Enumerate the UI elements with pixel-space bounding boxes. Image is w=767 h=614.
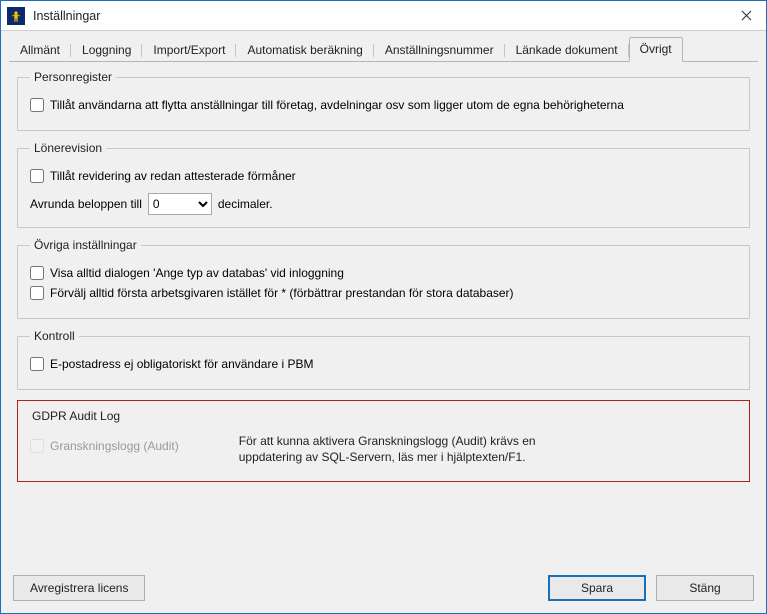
checkbox-preselect-first-employer-input[interactable]	[30, 286, 44, 300]
close-icon[interactable]	[726, 1, 766, 31]
titlebar: Inställningar	[1, 1, 766, 31]
group-kontroll: Kontroll E-postadress ej obligatoriskt f…	[17, 329, 750, 390]
tabpanel-ovrigt: Personregister Tillåt användarna att fly…	[9, 61, 758, 564]
checkbox-audit-log-input	[30, 439, 44, 453]
checkbox-allow-revise-attested-label: Tillåt revidering av redan attesterade f…	[50, 169, 296, 183]
group-personregister: Personregister Tillåt användarna att fly…	[17, 70, 750, 131]
checkbox-allow-move-employments-label: Tillåt användarna att flytta anställning…	[50, 98, 624, 112]
group-ovriga-legend: Övriga inställningar	[30, 238, 141, 252]
round-prefix-label: Avrunda beloppen till	[30, 197, 142, 211]
group-personregister-legend: Personregister	[30, 70, 116, 84]
checkbox-always-show-db-dialog-input[interactable]	[30, 266, 44, 280]
gdpr-note-text: För att kunna aktivera Granskningslogg (…	[239, 433, 579, 465]
checkbox-email-optional-label: E-postadress ej obligatoriskt för använd…	[50, 357, 313, 371]
group-ovriga-installningar: Övriga inställningar Visa alltid dialoge…	[17, 238, 750, 319]
checkbox-allow-revise-attested[interactable]: Tillåt revidering av redan attesterade f…	[30, 169, 737, 183]
group-gdpr-legend: GDPR Audit Log	[30, 409, 737, 423]
deregister-license-button[interactable]: Avregistrera licens	[13, 575, 145, 601]
tabbar: Allmänt Loggning Import/Export Automatis…	[1, 31, 766, 62]
row-round-decimals: Avrunda beloppen till 0 decimaler.	[30, 193, 737, 215]
checkbox-preselect-first-employer[interactable]: Förvälj alltid första arbetsgivaren istä…	[30, 286, 737, 300]
app-icon	[7, 7, 25, 25]
tab-allmant[interactable]: Allmänt	[9, 38, 71, 62]
settings-window: Inställningar Allmänt Loggning Import/Ex…	[0, 0, 767, 614]
checkbox-always-show-db-dialog[interactable]: Visa alltid dialogen 'Ange typ av databa…	[30, 266, 737, 280]
tab-automatisk-berakning[interactable]: Automatisk beräkning	[236, 38, 373, 62]
checkbox-email-optional-input[interactable]	[30, 357, 44, 371]
tab-ovrigt[interactable]: Övrigt	[629, 37, 683, 62]
checkbox-allow-revise-attested-input[interactable]	[30, 169, 44, 183]
checkbox-always-show-db-dialog-label: Visa alltid dialogen 'Ange typ av databa…	[50, 266, 344, 280]
group-lonerevision-legend: Lönerevision	[30, 141, 106, 155]
footer: Avregistrera licens Spara Stäng	[1, 565, 766, 613]
tab-lankade-dokument[interactable]: Länkade dokument	[505, 38, 629, 62]
checkbox-audit-log: Granskningslogg (Audit)	[30, 439, 179, 453]
save-button[interactable]: Spara	[548, 575, 646, 601]
window-title: Inställningar	[33, 9, 726, 23]
checkbox-allow-move-employments[interactable]: Tillåt användarna att flytta anställning…	[30, 98, 737, 112]
checkbox-audit-log-label: Granskningslogg (Audit)	[50, 439, 179, 453]
tab-loggning[interactable]: Loggning	[71, 38, 142, 62]
checkbox-allow-move-employments-input[interactable]	[30, 98, 44, 112]
tab-anstallningsnummer[interactable]: Anställningsnummer	[374, 38, 505, 62]
round-suffix-label: decimaler.	[218, 197, 273, 211]
group-kontroll-legend: Kontroll	[30, 329, 79, 343]
group-lonerevision: Lönerevision Tillåt revidering av redan …	[17, 141, 750, 228]
tab-import-export[interactable]: Import/Export	[142, 38, 236, 62]
round-decimals-select[interactable]: 0	[148, 193, 212, 215]
checkbox-email-optional[interactable]: E-postadress ej obligatoriskt för använd…	[30, 357, 737, 371]
close-button[interactable]: Stäng	[656, 575, 754, 601]
checkbox-preselect-first-employer-label: Förvälj alltid första arbetsgivaren istä…	[50, 286, 514, 300]
group-gdpr-audit-log: GDPR Audit Log Granskningslogg (Audit) F…	[17, 400, 750, 482]
